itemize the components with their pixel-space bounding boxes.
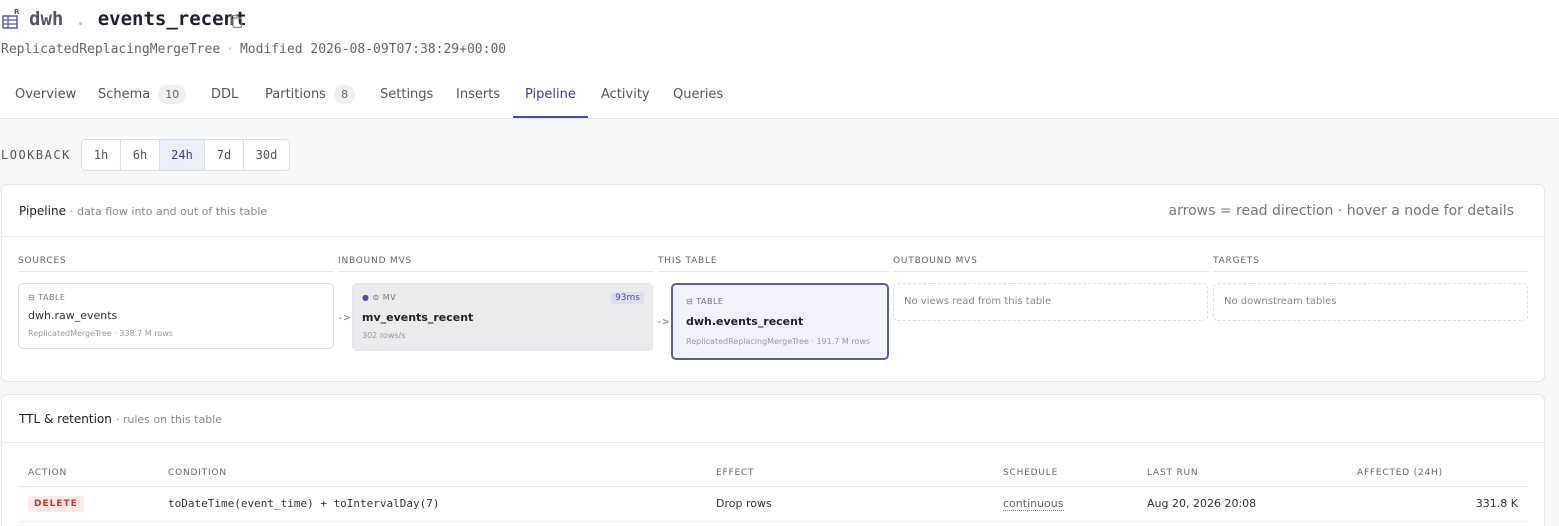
node-kind-label: TABLE xyxy=(696,297,724,306)
column-header-targets: TARGETS xyxy=(1213,256,1528,272)
pipeline-title-text: Pipeline xyxy=(19,204,66,218)
ttl-effect: Drop rows xyxy=(716,497,772,510)
empty-message: No downstream tables xyxy=(1224,296,1337,307)
tab-settings[interactable]: Settings xyxy=(380,78,433,118)
ttl-card-header: TTL & retention · rules on this table xyxy=(2,395,1544,443)
pipeline-hint: arrows = read direction · hover a node f… xyxy=(1168,203,1514,219)
lookback-option-7d[interactable]: 7d xyxy=(205,140,244,170)
targets-empty: No downstream tables xyxy=(1213,283,1528,321)
ttl-affected: 331.8 K xyxy=(1475,497,1518,510)
database-name: dwh xyxy=(29,8,64,30)
outbound-mvs-empty: No views read from this table xyxy=(893,283,1208,321)
lookback-option-6h[interactable]: 6h xyxy=(121,140,160,170)
column-header-this-table: THIS TABLE xyxy=(658,256,889,272)
lookback-selector: 1h 6h 24h 7d 30d xyxy=(81,139,290,171)
ttl-header-last-run: LAST RUN xyxy=(1147,468,1199,478)
schedule-value: continuous xyxy=(1003,497,1064,511)
tab-label: Settings xyxy=(380,87,434,102)
tab-ddl[interactable]: DDL xyxy=(211,78,238,118)
table-icon: R xyxy=(2,8,20,29)
ttl-title-text: TTL & retention xyxy=(19,412,112,426)
page-title: dwh . events_recent xyxy=(29,8,246,30)
table-header-divider xyxy=(18,486,1528,487)
mv-node-name: mv_events_recent xyxy=(362,311,474,324)
table-subtitle: ReplicatedReplacingMergeTree · Modified 20… xyxy=(1,42,506,57)
tab-partitions[interactable]: Partitions 8 xyxy=(265,78,355,118)
arrow-icon: -> xyxy=(656,315,670,328)
ttl-header-effect: EFFECT xyxy=(716,468,755,478)
pipeline-title: Pipeline · data flow into and out of this… xyxy=(19,204,267,218)
lookback-option-30d[interactable]: 30d xyxy=(244,140,289,170)
source-node[interactable]: ⊟ TABLE dwh.raw_events ReplicatedMergeTr… xyxy=(18,283,334,349)
tab-activity[interactable]: Activity xyxy=(601,78,650,118)
source-node-meta: ReplicatedMergeTree · 338.7 M rows xyxy=(28,329,173,338)
title-separator: . xyxy=(74,8,87,30)
lookback-option-1h[interactable]: 1h xyxy=(82,140,121,170)
this-table-name: dwh.events_recent xyxy=(686,315,804,328)
this-table-kind: ⊟ TABLE xyxy=(686,297,724,306)
column-header-sources: SOURCES xyxy=(18,256,334,272)
tab-label: Schema xyxy=(98,87,151,102)
table-name: events_recent xyxy=(97,8,247,30)
source-node-kind: ⊟ TABLE xyxy=(28,293,66,302)
tab-inserts[interactable]: Inserts xyxy=(456,78,500,118)
column-header-inbound-mvs: INBOUND MVS xyxy=(338,256,654,272)
tab-label: Inserts xyxy=(456,87,501,102)
tab-label: DDL xyxy=(211,87,239,102)
tab-label: Partitions xyxy=(265,87,326,102)
ttl-title: TTL & retention · rules on this table xyxy=(19,412,222,426)
action-badge: DELETE xyxy=(28,496,84,512)
ttl-header-action: ACTION xyxy=(28,468,68,478)
ttl-header-affected: AFFECTED (24H) xyxy=(1357,468,1443,478)
ttl-condition: toDateTime(event_time) + toIntervalDay(7… xyxy=(168,497,440,510)
latency-badge: 93ms xyxy=(611,292,644,304)
tab-schema[interactable]: Schema 10 xyxy=(98,78,187,118)
tab-label: Activity xyxy=(601,87,650,102)
tab-label: Pipeline xyxy=(525,87,576,102)
source-node-name: dwh.raw_events xyxy=(28,309,118,322)
this-table-node[interactable]: ⊟ TABLE dwh.events_recent ReplicatedRepl… xyxy=(671,283,889,360)
node-kind-label: TABLE xyxy=(38,293,66,302)
modified-timestamp: Modified 2026-08-09T07:38:29+00:00 xyxy=(239,42,507,57)
this-table-meta: ReplicatedReplacingMergeTree · 191.7 M r… xyxy=(686,337,871,346)
tab-overview[interactable]: Overview xyxy=(15,78,76,118)
mv-node-meta: 302 rows/s xyxy=(362,331,406,340)
ttl-schedule: continuous xyxy=(1003,497,1064,511)
row-divider xyxy=(18,521,1528,522)
lookback-label: LOOKBACK xyxy=(1,148,71,162)
tab-count: 8 xyxy=(333,85,355,104)
ttl-header-condition: CONDITION xyxy=(168,468,227,478)
mv-node-kind: ● ⊜ MV xyxy=(362,293,397,302)
lookback-option-24h[interactable]: 24h xyxy=(160,140,205,170)
subtitle-separator: · xyxy=(226,42,234,57)
tab-pipeline[interactable]: Pipeline xyxy=(513,78,588,118)
engine-name: ReplicatedReplacingMergeTree xyxy=(1,42,221,57)
node-kind-label: MV xyxy=(382,293,397,302)
ttl-subtitle: · rules on this table xyxy=(115,413,223,426)
empty-message: No views read from this table xyxy=(904,296,1052,307)
inbound-mv-node[interactable]: ● ⊜ MV 93ms mv_events_recent 302 rows/s xyxy=(352,283,653,351)
pipeline-subtitle: · data flow into and out of this table xyxy=(69,205,268,218)
column-header-outbound-mvs: OUTBOUND MVS xyxy=(893,256,1209,272)
tab-label: Overview xyxy=(15,87,77,102)
tab-count: 10 xyxy=(158,85,187,104)
tab-queries[interactable]: Queries xyxy=(673,78,723,118)
layers-icon: ⊜ xyxy=(372,293,380,302)
arrow-icon: -> xyxy=(337,311,351,324)
copy-icon[interactable] xyxy=(229,14,243,29)
ttl-header-schedule: SCHEDULE xyxy=(1003,468,1059,478)
svg-text:R: R xyxy=(14,8,20,16)
tab-bar: Overview Schema 10 DDL Partitions 8 Settin… xyxy=(0,78,1559,119)
ttl-last-run: Aug 20, 2026 20:08 xyxy=(1147,497,1257,510)
pipeline-card-header: Pipeline · data flow into and out of this… xyxy=(2,185,1544,237)
tab-label: Queries xyxy=(673,87,724,102)
